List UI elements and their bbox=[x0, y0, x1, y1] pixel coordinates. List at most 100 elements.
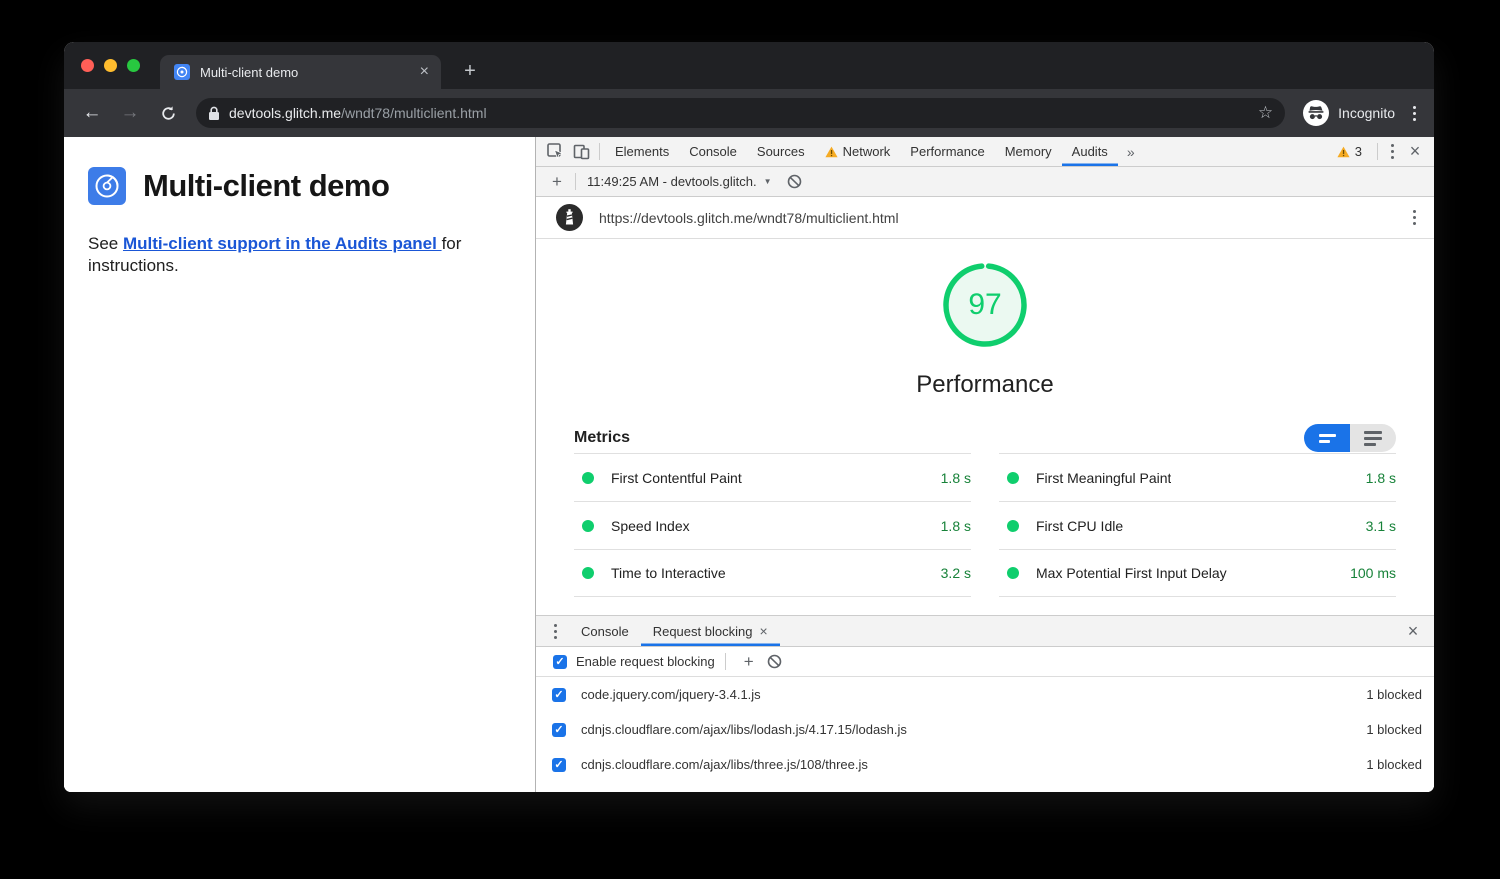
window-minimize-button[interactable] bbox=[104, 59, 117, 72]
metrics-view-list-button[interactable] bbox=[1350, 424, 1396, 452]
intro-prefix: See bbox=[88, 234, 123, 253]
new-tab-button[interactable]: + bbox=[456, 57, 484, 85]
reload-button[interactable] bbox=[154, 99, 182, 127]
reload-icon bbox=[160, 105, 177, 122]
metric-value: 1.8 s bbox=[941, 470, 971, 486]
metric-row[interactable]: Max Potential First Input Delay 100 ms bbox=[999, 549, 1396, 597]
page-heading: Multi-client demo bbox=[88, 167, 515, 205]
metric-label: First CPU Idle bbox=[1036, 518, 1123, 534]
window-close-button[interactable] bbox=[81, 59, 94, 72]
web-page: Multi-client demo See Multi-client suppo… bbox=[64, 137, 536, 792]
pass-dot-icon bbox=[582, 520, 594, 532]
metric-row[interactable]: First CPU Idle 3.1 s bbox=[999, 501, 1396, 549]
lock-icon[interactable] bbox=[208, 106, 220, 121]
incognito-badge: Incognito bbox=[1303, 100, 1395, 126]
tab-elements[interactable]: Elements bbox=[605, 137, 679, 166]
metric-value: 3.2 s bbox=[941, 565, 971, 581]
metrics-view-compact-button[interactable] bbox=[1304, 424, 1350, 452]
new-audit-button[interactable]: + bbox=[544, 171, 570, 193]
window-content: Multi-client demo See Multi-client suppo… bbox=[64, 137, 1434, 792]
url-text: devtools.glitch.me/wndt78/multiclient.ht… bbox=[229, 105, 1258, 121]
pass-dot-icon bbox=[582, 472, 594, 484]
devtools-menu-button[interactable] bbox=[1387, 140, 1398, 163]
browser-toolbar: ← → devtools.glitch.me/wndt78/multiclien… bbox=[64, 89, 1434, 137]
metric-row[interactable]: Time to Interactive 3.2 s bbox=[574, 549, 971, 597]
clear-audits-button[interactable] bbox=[782, 171, 808, 193]
performance-score-gauge[interactable]: 97 bbox=[941, 261, 1029, 349]
metric-row[interactable]: Speed Index 1.8 s bbox=[574, 501, 971, 549]
tab-label: Network bbox=[843, 144, 891, 159]
metric-label: Speed Index bbox=[611, 518, 690, 534]
back-button[interactable]: ← bbox=[78, 99, 106, 127]
lighthouse-icon bbox=[556, 204, 583, 231]
report-url-row: https://devtools.glitch.me/wndt78/multic… bbox=[536, 197, 1434, 239]
add-pattern-button[interactable]: + bbox=[736, 651, 762, 673]
pattern-url: code.jquery.com/jquery-3.4.1.js bbox=[581, 687, 1366, 702]
blocked-pattern-row[interactable]: ✓ cdnjs.cloudflare.com/ajax/libs/lodash.… bbox=[536, 712, 1434, 747]
pass-dot-icon bbox=[582, 567, 594, 579]
console-warning-badge[interactable]: 3 bbox=[1331, 144, 1368, 159]
device-toolbar-icon bbox=[573, 143, 590, 160]
pattern-checkbox[interactable]: ✓ bbox=[552, 688, 566, 702]
address-bar[interactable]: devtools.glitch.me/wndt78/multiclient.ht… bbox=[196, 98, 1285, 128]
devtools-tabbar: Elements Console Sources Network Perform… bbox=[536, 137, 1434, 167]
metric-label: Time to Interactive bbox=[611, 565, 726, 581]
pass-dot-icon bbox=[1007, 472, 1019, 484]
tab-console[interactable]: Console bbox=[679, 137, 747, 166]
devtools-drawer: Console Request blocking × × ✓ Enable re… bbox=[536, 615, 1434, 792]
tab-label: Memory bbox=[1005, 144, 1052, 159]
browser-tab[interactable]: Multi-client demo × bbox=[160, 55, 441, 89]
url-path: /wndt78/multiclient.html bbox=[341, 105, 487, 121]
inspect-element-button[interactable] bbox=[542, 141, 568, 163]
blocked-count: 1 blocked bbox=[1366, 722, 1422, 737]
lighthouse-report: 97 Performance Metrics bbox=[536, 239, 1434, 615]
drawer-tab-close-icon[interactable]: × bbox=[759, 623, 767, 639]
forward-button[interactable]: → bbox=[116, 99, 144, 127]
enable-request-blocking-checkbox[interactable]: ✓ bbox=[553, 655, 567, 669]
tab-memory[interactable]: Memory bbox=[995, 137, 1062, 166]
drawer-tab-label: Console bbox=[581, 624, 629, 639]
tab-label: Console bbox=[689, 144, 737, 159]
drawer-close-button[interactable]: × bbox=[1400, 621, 1426, 642]
bookmark-star-icon[interactable]: ☆ bbox=[1258, 103, 1273, 123]
enable-request-blocking-row: ✓ Enable request blocking + bbox=[536, 647, 1434, 677]
remove-all-patterns-button[interactable] bbox=[762, 651, 788, 673]
tab-close-icon[interactable]: × bbox=[420, 64, 429, 80]
tab-performance[interactable]: Performance bbox=[900, 137, 994, 166]
audit-run-select[interactable]: 11:49:25 AM - devtools.glitch. ▼ bbox=[587, 174, 772, 189]
tab-label: Audits bbox=[1072, 144, 1108, 159]
tab-sources[interactable]: Sources bbox=[747, 137, 815, 166]
blocked-count: 1 blocked bbox=[1366, 757, 1422, 772]
drawer-tab-console[interactable]: Console bbox=[569, 616, 641, 646]
tab-audits[interactable]: Audits bbox=[1062, 137, 1118, 166]
blocked-count: 1 blocked bbox=[1366, 687, 1422, 702]
tab-label: Sources bbox=[757, 144, 805, 159]
blocked-pattern-row[interactable]: ✓ cdnjs.cloudflare.com/ajax/libs/three.j… bbox=[536, 747, 1434, 782]
tab-label: Performance bbox=[910, 144, 984, 159]
browser-menu-button[interactable] bbox=[1409, 102, 1420, 125]
more-tabs-button[interactable]: » bbox=[1118, 144, 1144, 160]
pattern-checkbox[interactable]: ✓ bbox=[552, 758, 566, 772]
devtools-panel: Elements Console Sources Network Perform… bbox=[536, 137, 1434, 792]
window-zoom-button[interactable] bbox=[127, 59, 140, 72]
traffic-lights bbox=[81, 59, 140, 72]
enable-request-blocking-label: Enable request blocking bbox=[576, 654, 715, 669]
drawer-tab-request-blocking[interactable]: Request blocking × bbox=[641, 616, 780, 646]
audits-toolbar: + 11:49:25 AM - devtools.glitch. ▼ bbox=[536, 167, 1434, 197]
audits-panel-link[interactable]: Multi-client support in the Audits panel bbox=[123, 234, 442, 253]
device-toolbar-button[interactable] bbox=[568, 141, 594, 163]
devtools-close-button[interactable]: × bbox=[1402, 141, 1428, 162]
metric-row[interactable]: First Contentful Paint 1.8 s bbox=[574, 453, 971, 501]
metrics-view-toggle[interactable] bbox=[1304, 424, 1396, 452]
metric-value: 1.8 s bbox=[1366, 470, 1396, 486]
drawer-menu-button[interactable] bbox=[550, 620, 561, 643]
tab-network[interactable]: Network bbox=[815, 137, 901, 166]
tab-title: Multi-client demo bbox=[200, 65, 420, 80]
metric-value: 100 ms bbox=[1350, 565, 1396, 581]
report-menu-button[interactable] bbox=[1409, 206, 1420, 229]
pattern-checkbox[interactable]: ✓ bbox=[552, 723, 566, 737]
page-intro: See Multi-client support in the Audits p… bbox=[88, 233, 520, 278]
blocked-pattern-row[interactable]: ✓ code.jquery.com/jquery-3.4.1.js 1 bloc… bbox=[536, 677, 1434, 712]
metric-row[interactable]: First Meaningful Paint 1.8 s bbox=[999, 453, 1396, 501]
page-title: Multi-client demo bbox=[143, 168, 389, 204]
